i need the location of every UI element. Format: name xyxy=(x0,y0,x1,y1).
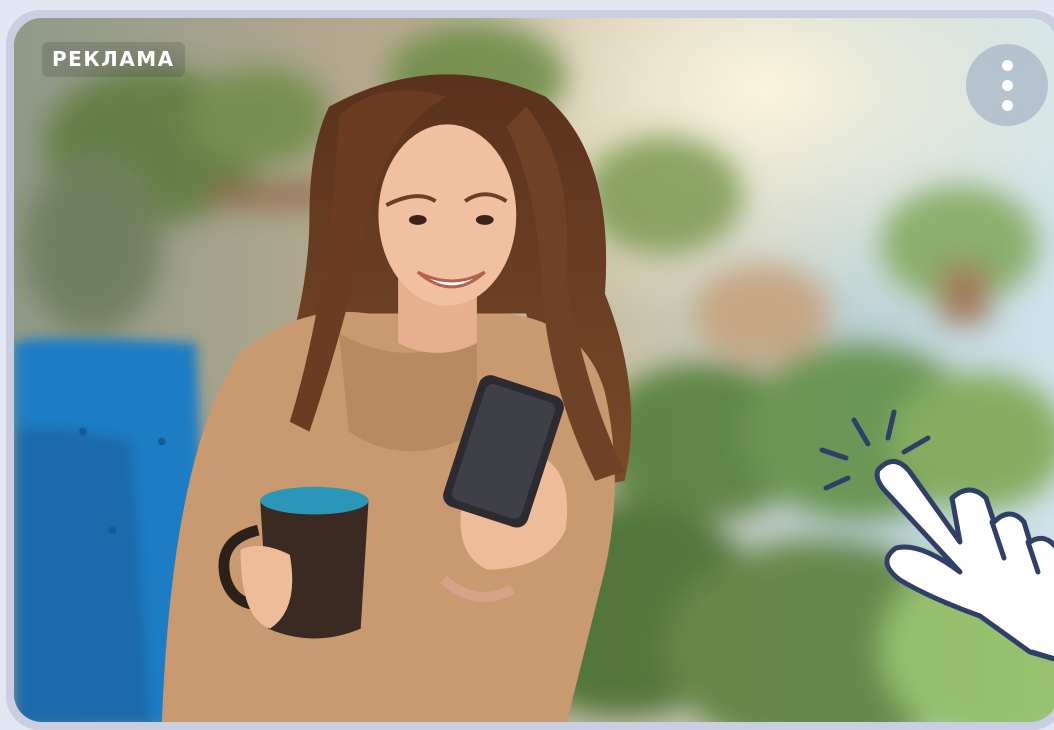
more-options-button[interactable] xyxy=(966,44,1048,126)
more-vertical-icon-dot xyxy=(1001,79,1013,91)
ad-label: РЕКЛАМА xyxy=(42,42,185,77)
tap-hand-icon xyxy=(819,409,1054,662)
ad-image[interactable]: РЕКЛАМА xyxy=(14,18,1054,722)
ad-card[interactable]: РЕКЛАМА xyxy=(6,10,1054,730)
more-vertical-icon-dot xyxy=(1001,99,1013,111)
more-vertical-icon xyxy=(1001,59,1013,71)
